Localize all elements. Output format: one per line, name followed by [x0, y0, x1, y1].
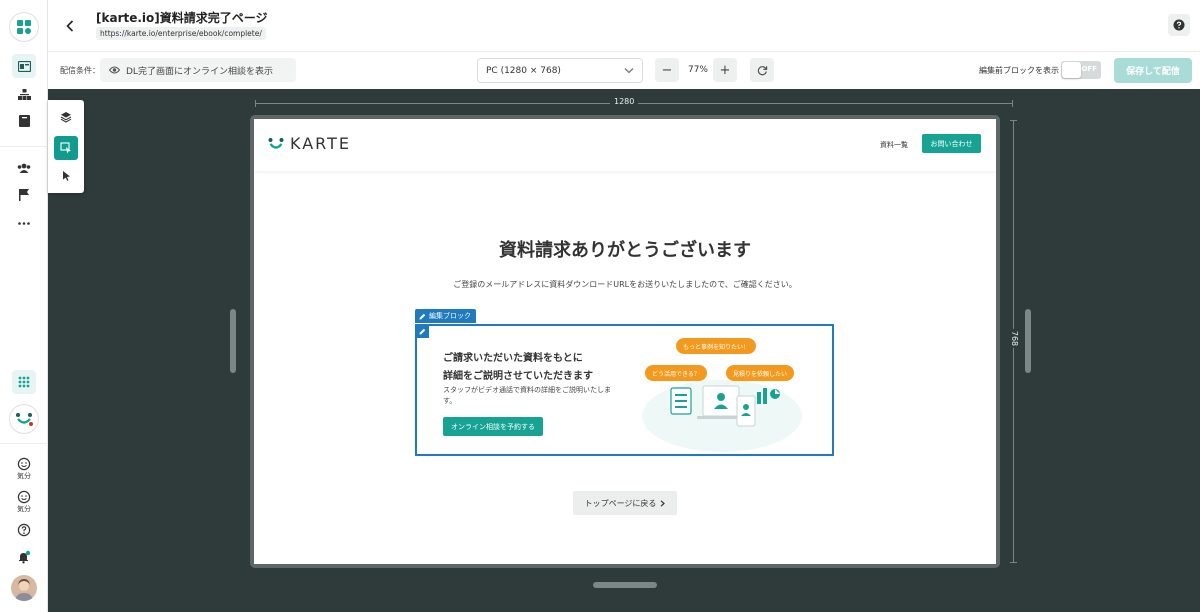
- site-logo-text: KARTE: [290, 134, 351, 153]
- toggle-knob: [1062, 62, 1081, 78]
- editor-toolbar: 配信条件： DL完了画面にオンライン相談を表示 PC (1280 × 768) …: [48, 52, 1200, 89]
- edit-block-label: 編集ブロック: [429, 312, 471, 320]
- cursor-icon: [62, 170, 70, 181]
- resize-handle-bottom[interactable]: [593, 582, 657, 588]
- rail-users-icon[interactable]: [12, 156, 36, 180]
- rail-more-icon[interactable]: [12, 211, 36, 235]
- hero-title: 資料請求ありがとうございます: [499, 240, 751, 261]
- condition-value: DL完了画面にオンライン相談を表示: [126, 66, 273, 77]
- edit-block-tag[interactable]: 編集ブロック: [415, 309, 476, 323]
- site-header: KARTE 資料一覧 お問い合わせ: [254, 119, 996, 171]
- device-select[interactable]: PC (1280 × 768): [477, 58, 643, 83]
- karte-logo-icon: [268, 137, 284, 149]
- karte-mascot-icon[interactable]: [10, 405, 38, 433]
- back-chevron-icon[interactable]: [60, 16, 80, 36]
- block-heading-2: 詳細をご説明させていただきます: [443, 371, 593, 382]
- bubble-more-cases: もっと事例を知りたい！: [676, 338, 757, 354]
- top-bar: [karte.io]資料請求完了ページ https://karte.io/ent…: [48, 0, 1200, 52]
- bubble-how-to-use: どう活用できる？: [645, 365, 707, 381]
- hero-subtitle: ご登録のメールアドレスに資料ダウンロードURLをお送りいたしましたので、ご確認く…: [453, 280, 797, 289]
- nav-docs-link[interactable]: 資料一覧: [880, 140, 908, 150]
- help-icon: [1173, 19, 1185, 31]
- toggle-state: OFF: [1081, 65, 1097, 73]
- rail-sitemap-icon[interactable]: [12, 82, 36, 106]
- bubble-estimate: 見積りを依頼したい: [726, 365, 795, 381]
- device-value: PC (1280 × 768): [486, 65, 561, 76]
- pencil-icon: [419, 313, 426, 319]
- resize-handle-left[interactable]: [230, 309, 236, 373]
- nav-contact-button[interactable]: お問い合わせ: [922, 134, 981, 153]
- left-rail: 気分 気分: [0, 0, 48, 612]
- rail-book-icon[interactable]: [12, 109, 36, 133]
- user-avatar[interactable]: [11, 575, 37, 601]
- rail-flag-icon[interactable]: [12, 183, 36, 207]
- refresh-icon: [757, 65, 767, 75]
- eye-icon: [109, 66, 120, 74]
- mood-label-1: 気分: [17, 472, 31, 480]
- height-label: 768: [1010, 328, 1020, 349]
- page-url: https://karte.io/enterprise/ebook/comple…: [96, 27, 266, 40]
- block-heading-1: ご請求いただいた資料をもとに: [443, 353, 583, 364]
- help-button[interactable]: [1168, 14, 1190, 36]
- chevron-down-icon: [624, 68, 634, 74]
- app-grid-logo-icon: [17, 20, 31, 34]
- pencil-icon: [419, 328, 425, 334]
- toggle-label: 編集前ブロックを表示: [979, 66, 1059, 75]
- width-label: 1280: [610, 97, 639, 106]
- preview-canvas: 1280 768 KARTE 資料一覧 お問い合わせ 資料請求ありがとうございま…: [48, 89, 1200, 612]
- condition-chip[interactable]: DL完了画面にオンライン相談を表示: [100, 58, 296, 82]
- zoom-out-button[interactable]: −: [655, 58, 679, 82]
- zoom-in-button[interactable]: +: [713, 58, 737, 82]
- back-to-top-button[interactable]: トップページに戻る: [573, 491, 677, 515]
- select-box-icon: [60, 142, 71, 154]
- page-preview: KARTE 資料一覧 お問い合わせ 資料請求ありがとうございます ご登録のメール…: [254, 119, 996, 564]
- select-area-tool[interactable]: [54, 136, 78, 160]
- mood-label-2: 気分: [17, 505, 31, 513]
- book-consultation-button[interactable]: オンライン相談を予約する: [443, 417, 543, 436]
- edit-corner-badge[interactable]: [415, 324, 429, 338]
- condition-label: 配信条件：: [60, 66, 100, 75]
- zoom-level: 77%: [687, 65, 708, 75]
- chevron-right-icon: [661, 499, 666, 507]
- editor-tools-panel: [48, 100, 84, 193]
- rail-apps-icon[interactable]: [12, 370, 36, 394]
- page-title: [karte.io]資料請求完了ページ: [96, 11, 268, 25]
- site-logo[interactable]: KARTE: [268, 134, 351, 153]
- block-description: スタッフがビデオ通話で資料の詳細をご説明いたします。: [443, 386, 611, 405]
- pointer-tool[interactable]: [54, 163, 78, 187]
- device-frame: KARTE 資料一覧 お問い合わせ 資料請求ありがとうございます ご登録のメール…: [250, 115, 1000, 568]
- resize-handle-right[interactable]: [1025, 309, 1031, 373]
- consultation-illustration: もっと事例を知りたい！ どう活用できる？ 見積りを依頼したい: [639, 334, 805, 452]
- layers-icon: [60, 112, 72, 123]
- show-original-toggle[interactable]: OFF: [1061, 61, 1101, 79]
- edit-block[interactable]: ご請求いただいた資料をもとに 詳細をご説明させていただきます スタッフがビデオ通…: [415, 324, 834, 456]
- help-circle-icon[interactable]: [12, 518, 36, 542]
- back-to-top-label: トップページに戻る: [584, 498, 657, 508]
- notification-bell-icon[interactable]: [12, 545, 36, 569]
- save-and-publish-button[interactable]: 保存して配信: [1114, 58, 1192, 83]
- rail-pages-icon[interactable]: [12, 54, 36, 78]
- refresh-button[interactable]: [750, 58, 774, 82]
- app-logo[interactable]: [10, 13, 38, 41]
- layers-tool[interactable]: [54, 105, 78, 129]
